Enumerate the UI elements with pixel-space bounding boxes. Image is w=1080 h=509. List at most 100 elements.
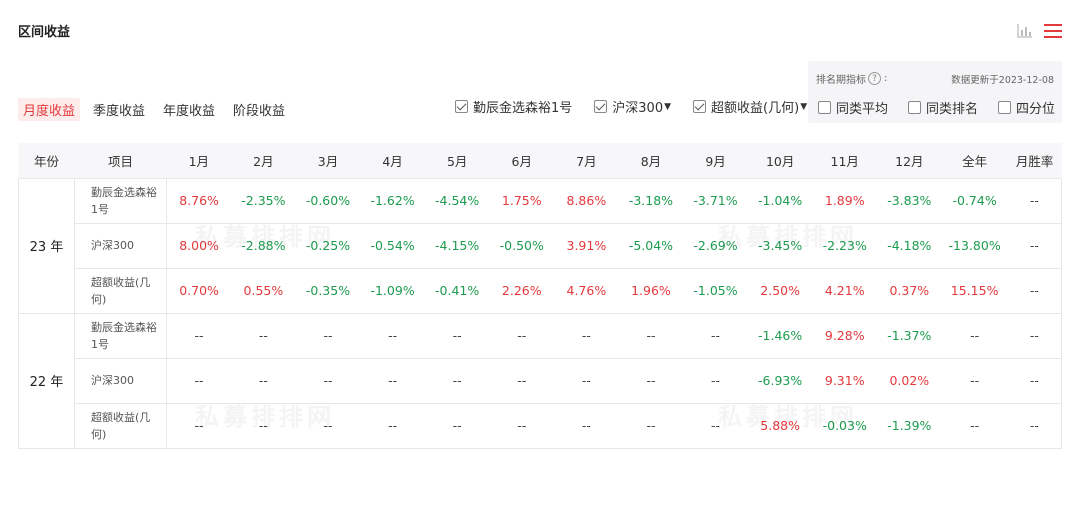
value-cell: -- xyxy=(489,358,555,404)
value-cell: -- xyxy=(1007,403,1063,449)
check-peer-average[interactable]: 同类平均 xyxy=(818,98,888,117)
value-cell: -- xyxy=(618,403,684,449)
tab-stage[interactable]: 阶段收益 xyxy=(228,98,290,121)
value-cell: -- xyxy=(166,403,232,449)
value-cell: -- xyxy=(489,313,555,359)
value-cell: -- xyxy=(941,403,1008,449)
column-header: 9月 xyxy=(683,143,748,179)
value-cell: -- xyxy=(1007,178,1063,224)
value-cell: -0.35% xyxy=(295,268,361,314)
value-cell: -4.54% xyxy=(424,178,490,224)
table-header-row: 年份 项目 1月 2月 3月 4月 5月 6月 7月 8月 9月 10月 11月 12月 全年 月胜率 xyxy=(18,143,1062,179)
item-cell: 勤辰金选森裕1号 xyxy=(74,178,167,224)
value-cell: -- xyxy=(360,403,425,449)
value-cell: -1.05% xyxy=(683,268,748,314)
value-cell: -0.60% xyxy=(295,178,361,224)
tab-yearly[interactable]: 年度收益 xyxy=(158,98,220,121)
value-cell: -1.62% xyxy=(360,178,425,224)
value-cell: -6.93% xyxy=(747,358,813,404)
item-cell: 沪深300 xyxy=(74,358,167,404)
checkbox-unchecked[interactable] xyxy=(818,101,831,114)
value-cell: -2.35% xyxy=(231,178,296,224)
item-cell: 勤辰金选森裕1号 xyxy=(74,313,167,359)
value-cell: -- xyxy=(166,313,232,359)
check-hs300[interactable]: 沪深300 ▼ xyxy=(594,97,671,116)
value-cell: -3.45% xyxy=(747,223,813,269)
value-cell: 2.26% xyxy=(489,268,555,314)
table-row: 沪深300 8.00% -2.88% -0.25% -0.54% -4.15% -0.50%… xyxy=(19,223,1063,269)
value-cell: -1.37% xyxy=(877,313,942,359)
year-cell: 23 年 xyxy=(18,178,75,314)
value-cell: -- xyxy=(489,403,555,449)
column-header: 3月 xyxy=(295,143,361,179)
value-cell: 0.37% xyxy=(877,268,942,314)
table-row: 超额收益(几何) 0.70% 0.55% -0.35% -1.09% -0.41% 2.26… xyxy=(19,268,1063,314)
tab-quarterly[interactable]: 季度收益 xyxy=(88,98,150,121)
checkbox-checked[interactable] xyxy=(693,100,707,113)
column-header: 11月 xyxy=(812,143,878,179)
period-tabs: 月度收益 季度收益 年度收益 阶段收益 xyxy=(18,98,298,121)
value-cell: 1.89% xyxy=(812,178,878,224)
value-cell: -- xyxy=(231,403,296,449)
check-quartile[interactable]: 四分位 xyxy=(998,98,1055,117)
list-icon[interactable] xyxy=(1044,22,1062,40)
value-cell: -- xyxy=(424,358,490,404)
value-cell: -- xyxy=(295,358,361,404)
checkbox-checked[interactable] xyxy=(455,100,468,113)
column-header: 年份 xyxy=(18,143,75,179)
value-cell: -3.83% xyxy=(877,178,942,224)
value-cell: -0.25% xyxy=(295,223,361,269)
column-header: 2月 xyxy=(231,143,296,179)
value-cell: -4.18% xyxy=(877,223,942,269)
value-cell: -2.69% xyxy=(683,223,748,269)
column-header: 1月 xyxy=(166,143,232,179)
help-icon[interactable]: ? xyxy=(868,72,881,85)
value-cell: -- xyxy=(1007,268,1063,314)
value-cell: -- xyxy=(1007,223,1063,269)
value-cell: 4.76% xyxy=(554,268,619,314)
rank-panel: 排名期指标 ? : 数据更新于2023-12-08 同类平均 同类排名 四分位 xyxy=(808,61,1062,123)
check-fund[interactable]: 勤辰金选森裕1号 xyxy=(455,97,572,116)
checkbox-checked[interactable] xyxy=(594,100,608,113)
column-header: 5月 xyxy=(424,143,490,179)
table-row: 超额收益(几何) -- -- -- -- -- -- -- -- -- 5.88% -0.03% -1.… xyxy=(19,403,1063,449)
item-cell: 超额收益(几何) xyxy=(74,268,167,314)
value-cell: -2.88% xyxy=(231,223,296,269)
value-cell: -3.71% xyxy=(683,178,748,224)
column-header: 8月 xyxy=(618,143,684,179)
value-cell: -0.41% xyxy=(424,268,490,314)
value-cell: -- xyxy=(941,358,1008,404)
value-cell: 2.50% xyxy=(747,268,813,314)
value-cell: -- xyxy=(231,358,296,404)
value-cell: -- xyxy=(1007,313,1063,359)
update-date: 数据更新于2023-12-08 xyxy=(951,75,1054,86)
monthly-returns-table: 年份 项目 1月 2月 3月 4月 5月 6月 7月 8月 9月 10月 11月 12月 全年 月胜率 23 … xyxy=(18,143,1063,449)
column-header: 全年 xyxy=(941,143,1008,179)
series-checks: 勤辰金选森裕1号 沪深300 ▼ 超额收益(几何) ▼ xyxy=(455,97,829,116)
value-cell: -1.04% xyxy=(747,178,813,224)
value-cell: 1.75% xyxy=(489,178,555,224)
checkbox-unchecked[interactable] xyxy=(998,101,1012,114)
item-cell: 超额收益(几何) xyxy=(74,403,167,449)
column-header: 10月 xyxy=(747,143,813,179)
check-peer-rank[interactable]: 同类排名 xyxy=(908,98,978,117)
value-cell: -- xyxy=(295,403,361,449)
value-cell: -- xyxy=(360,358,425,404)
value-cell: 15.15% xyxy=(941,268,1008,314)
item-cell: 沪深300 xyxy=(74,223,167,269)
value-cell: -- xyxy=(1007,358,1063,404)
tab-monthly[interactable]: 月度收益 xyxy=(18,98,81,121)
value-cell: -- xyxy=(295,313,361,359)
caret-down-icon[interactable]: ▼ xyxy=(664,102,671,112)
caret-down-icon[interactable]: ▼ xyxy=(800,102,807,112)
year-cell: 22 年 xyxy=(18,313,75,449)
check-excess[interactable]: 超额收益(几何) ▼ xyxy=(693,97,807,116)
value-cell: -- xyxy=(424,403,490,449)
column-header: 7月 xyxy=(554,143,619,179)
checkbox-unchecked[interactable] xyxy=(908,101,922,114)
table-row: 沪深300 -- -- -- -- -- -- -- -- -- -6.93% 9.31% 0.02% -… xyxy=(19,358,1063,404)
column-header: 12月 xyxy=(877,143,942,179)
view-switch xyxy=(1016,22,1062,40)
value-cell: -2.23% xyxy=(812,223,878,269)
bar-chart-icon[interactable] xyxy=(1016,22,1034,40)
